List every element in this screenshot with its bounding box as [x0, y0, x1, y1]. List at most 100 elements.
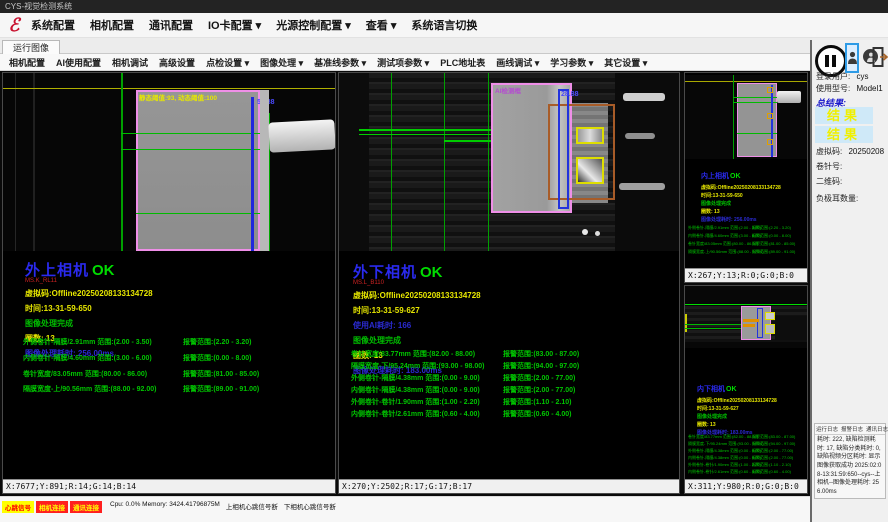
measurement-row: 卷针宽度/83.77mm 范围:(82.00 - 88.00) 报警范围:(83… [688, 434, 808, 440]
tab-detect-yellow-box [576, 157, 604, 184]
tool-spot-check[interactable]: 点检设置 ▾ [206, 56, 249, 69]
machine-dark-column [339, 73, 369, 251]
tab-detect-yellow-box [765, 324, 775, 334]
tool-learning-params[interactable]: 学习参数 ▾ [550, 56, 593, 69]
exit-button[interactable] [872, 46, 888, 68]
processing-done-line: 图像处理完成 [353, 335, 481, 346]
measurement-text: 内侧卷针-隔膜/4.38mm 范围:(0.00 - 9.00) [688, 455, 752, 461]
measure-blue-box [558, 89, 569, 209]
tool-advanced-settings[interactable]: 高级设置 [159, 56, 195, 69]
alarm-range-text: 报警范围:(81.00 - 85.00) [752, 241, 795, 247]
threshold-overlay-label: 静态阈值:93, 动态阈值:100 [139, 92, 217, 102]
measurement-text: 外侧卷针-卷针/1.90mm 范围:(1.00 - 2.20) [688, 462, 752, 468]
heartbeat-badge: 心跳信号 [2, 501, 34, 513]
user-icon [848, 51, 857, 65]
camera-image-inner-upper[interactable] [685, 75, 808, 159]
tool-image-processing[interactable]: 图像处理 ▾ [260, 56, 303, 69]
measurement-row: 外侧卷针-卷针/1.90mm 范围:(1.00 - 2.20) 报警范围:(1.… [688, 462, 808, 468]
tool-camera-debug[interactable]: 相机调试 [112, 56, 148, 69]
main-content: 静态阈值:93, 动态阈值:100 55.88 外上相机OK MS.K_RL11… [0, 71, 810, 496]
log-tab-run[interactable]: 运行日志 [816, 425, 838, 433]
overlay-green-vline [391, 73, 392, 251]
tool-line-debug[interactable]: 画线调试 ▾ [496, 56, 539, 69]
measurement-text: 外侧卷针-卷针/1.90mm 范围:(1.00 - 2.20) [351, 397, 503, 407]
alarm-range-text: 报警范围:(0.60 - 4.00) [752, 469, 791, 475]
tool-other-settings[interactable]: 其它设置 ▾ [604, 56, 647, 69]
exit-door-icon [872, 46, 888, 68]
marker-orange-box [767, 139, 773, 145]
processing-done-line: 图像处理完成 [25, 318, 153, 329]
alarm-range-text: 报警范围:(0.60 - 4.00) [503, 409, 571, 419]
measurement-row: 隔膜宽度-上/90.56mm 范围:(88.00 - 92.00) 报警范围:(… [23, 384, 259, 394]
machine-highlight [625, 133, 655, 139]
qr-code-label: 二维码: [816, 177, 842, 186]
measurement-row: 内侧卷针-隔膜/4.38mm 范围:(0.00 - 9.00) 报警范围:(2.… [351, 385, 575, 395]
marker-orange-box [767, 87, 773, 93]
pixel-coord-status: X:267;Y:13;R:0;G:0;B:0 [685, 268, 807, 282]
menu-camera-config[interactable]: 相机配置 [90, 17, 134, 33]
alarm-range-text: 报警范围:(2.00 - 77.00) [752, 455, 793, 461]
overlay-green-hline [685, 304, 808, 305]
log-tab-alarm[interactable]: 报警日志 [841, 425, 863, 433]
model-row: 使用型号: Model1 [816, 83, 883, 94]
control-panel: 登录用户: cys 使用型号: Model1 总结果: 结果 结果 虚拟码: 2… [810, 40, 888, 522]
electrode-tab-blob [268, 119, 335, 152]
time-line: 时间:13-31-59-650 [25, 303, 153, 314]
measurement-row: 内侧卷针-隔膜/4.38mm 范围:(0.00 - 9.00) 报警范围:(2.… [688, 455, 808, 461]
tool-plc-address-table[interactable]: PLC地址表 [440, 56, 485, 69]
measurement-row: 外侧卷针-隔膜/2.91mm 范围:(2.00 - 3.50) 报警范围:(2.… [23, 337, 251, 347]
app-logo-icon: ℰ [4, 15, 24, 35]
menu-language-switch[interactable]: 系统语言切换 [411, 17, 477, 33]
tool-camera-config[interactable]: 相机配置 [9, 56, 45, 69]
measurement-text: 隔膜宽度-下/95.24mm 范围:(93.00 - 98.00) [351, 361, 503, 371]
camera-title: 内上相机 [701, 171, 729, 181]
alarm-range-text: 报警范围:(89.00 - 91.00) [752, 249, 795, 255]
camera-ok-status: OK [730, 173, 741, 180]
alarm-range-text: 报警范围:(1.10 - 2.10) [752, 462, 791, 468]
tool-test-item-params[interactable]: 测试项参数 ▾ [377, 56, 429, 69]
tool-baseline-params[interactable]: 基准线参数 ▾ [314, 56, 366, 69]
menu-view[interactable]: 查看 ▾ [366, 17, 397, 33]
camera-panel-inner-upper: 内上相机OK 虚拟码:Offline20250208133134728 时间:1… [684, 72, 808, 283]
measurement-row: 外侧卷针-隔膜/4.38mm 范围:(0.00 - 9.00) 报警范围:(2.… [351, 373, 575, 383]
camera-ok-status: OK [726, 386, 737, 393]
virtual-code-value: 20250208 [848, 147, 884, 156]
log-panel: 运行日志 报警日志 通讯日志 耗时: 222, 缺陷检测耗时: 17, 缺陷分类… [814, 423, 886, 499]
log-text: 耗时: 222, 缺陷检测耗时: 17, 缺陷分类耗时: 0, 缺陷视频分区耗时… [815, 435, 885, 498]
machine-edge-line [33, 73, 35, 251]
measurement-row: 内侧卷针-隔膜/4.60mm 范围:(3.00 - 6.00) 报警范围:(0.… [688, 233, 808, 239]
camera-image-inner-lower[interactable] [685, 286, 808, 348]
virtual-code-label: 虚拟码: [816, 147, 842, 156]
menu-system-config[interactable]: 系统配置 [31, 17, 75, 33]
tool-ai-usage-config[interactable]: AI使用配置 [56, 56, 101, 69]
camera-panel-lower: AI检测框 28.88 外下相机OK MS.L_B110 虚拟码:Offline… [338, 72, 680, 494]
separator-edge-strip [260, 90, 269, 251]
measurement-text: 卷针宽度/83.77mm 范围:(82.00 - 88.00) [351, 349, 503, 359]
tab-count-row: 负极耳数量: [816, 193, 858, 204]
alarm-range-text: 报警范围:(89.00 - 91.00) [183, 384, 259, 394]
window-titlebar: CYS-视觉检测系统 [0, 0, 888, 13]
menu-light-config[interactable]: 光源控制配置 ▾ [276, 17, 351, 33]
elapsed-line: 图像处理耗时: 256.00ms [701, 216, 781, 223]
machine-highlight [623, 93, 665, 101]
menu-io-config[interactable]: IO卡配置 ▾ [208, 17, 261, 33]
alarm-range-text: 报警范围:(2.00 - 77.00) [752, 448, 793, 454]
log-tab-comm[interactable]: 通讯日志 [866, 425, 888, 433]
camera-image-lower[interactable]: AI检测框 28.88 [339, 73, 680, 251]
tab-count-label: 负极耳数量: [816, 194, 858, 203]
virtual-code-line: 虚拟码:Offline20250208133134728 [701, 184, 781, 191]
menu-comm-config[interactable]: 通讯配置 [149, 17, 193, 33]
lower-camera-heartbeat-text: 下相机心跳信号断 [284, 501, 336, 511]
time-line: 时间:13-31-59-627 [353, 305, 481, 316]
camera-image-upper[interactable]: 静态阈值:93, 动态阈值:100 55.88 [3, 73, 336, 251]
measurement-text: 卷针宽度/83.77mm 范围:(82.00 - 88.00) [688, 434, 752, 440]
virtual-code-line: 虚拟码:Offline20250208133134728 [25, 288, 153, 299]
measure-blue-line [771, 85, 773, 157]
measurement-row: 外侧卷针-隔膜/2.91mm 范围:(2.00 - 3.50) 报警范围:(2.… [688, 225, 808, 231]
app-window: CYS-视觉检测系统 ℰ 系统配置 相机配置 通讯配置 IO卡配置 ▾ 光源控制… [0, 0, 888, 522]
cpu-memory-text: Cpu: 0.0% Memory: 3424.41796875M [110, 501, 220, 508]
model-label: 使用型号: [816, 84, 850, 93]
tab-run-image[interactable]: 运行图像 [2, 40, 60, 55]
login-user-button[interactable] [845, 43, 859, 73]
measurement-text: 卷针宽度/83.05mm 范围:(80.00 - 86.00) [688, 241, 752, 247]
